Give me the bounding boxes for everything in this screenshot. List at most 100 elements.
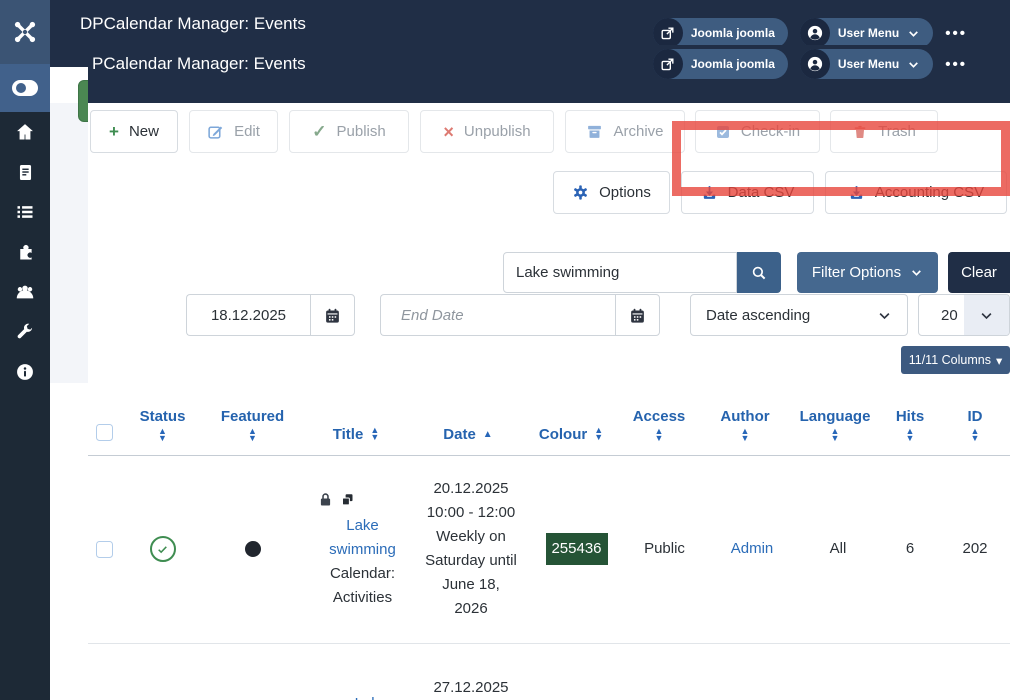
- event-title-link[interactable]: Lake swimming: [317, 514, 408, 562]
- event-date-cell: 20.12.2025 10:00 - 12:00 Weekly on Satur…: [412, 455, 524, 643]
- edit-button[interactable]: Edit: [189, 110, 278, 153]
- clear-button[interactable]: Clear: [948, 252, 1010, 293]
- sort-icon[interactable]: ▲▼: [971, 428, 980, 443]
- document-icon: [16, 163, 35, 182]
- column-header-access[interactable]: Access ▲▼: [618, 383, 700, 455]
- id-cell: 202: [940, 455, 1010, 643]
- joomla-site-link[interactable]: Joomla joomla: [653, 18, 788, 48]
- table-row: Lake swimming 27.12.2025 10:00 -: [88, 643, 1010, 700]
- sort-icon[interactable]: ▲▼: [741, 428, 750, 443]
- user-icon: [800, 49, 830, 79]
- table-row: Lake swimming Calendar: Activities 20.12…: [88, 455, 1010, 643]
- colour-header-label: Colour: [539, 426, 587, 443]
- featured-indicator[interactable]: [245, 541, 261, 557]
- publish-button[interactable]: ✓ Publish: [289, 110, 409, 153]
- user-menu-button-2[interactable]: User Menu: [800, 49, 933, 79]
- sidebar-item-menus[interactable]: [0, 192, 50, 232]
- chevron-down-icon: [910, 266, 923, 279]
- sidebar-item-toggle[interactable]: [0, 64, 50, 112]
- calendar-icon: [324, 307, 341, 324]
- event-title-link[interactable]: Lake swimming: [334, 692, 408, 700]
- event-recurrence: Weekly on Saturday until June 18, 2026: [424, 525, 518, 621]
- filter-options-button[interactable]: Filter Options: [797, 252, 938, 293]
- sort-ascending-icon[interactable]: ▲: [483, 429, 493, 440]
- sort-icon[interactable]: ▲▼: [158, 428, 167, 443]
- sort-icon[interactable]: ▲▼: [655, 428, 664, 443]
- event-calendar-label: Calendar: Activities: [317, 562, 408, 610]
- user-menu-label: User Menu: [838, 57, 899, 71]
- trash-button[interactable]: Trash: [830, 110, 938, 153]
- more-options-button-2[interactable]: •••: [945, 56, 967, 73]
- page-title: DPCalendar Manager: Events: [80, 14, 306, 34]
- events-list-panel: Filter Options Clear Date ascending 20: [88, 231, 1010, 700]
- unpublish-button[interactable]: × Unpublish: [420, 110, 554, 153]
- sort-icon[interactable]: ▲▼: [594, 427, 603, 442]
- end-date-input[interactable]: [380, 294, 615, 336]
- edit-icon: [207, 123, 224, 140]
- more-options-button[interactable]: •••: [945, 25, 967, 42]
- sort-select[interactable]: Date ascending: [690, 294, 908, 336]
- column-header-language[interactable]: Language ▲▼: [790, 383, 880, 455]
- chevron-down-icon: [877, 308, 892, 323]
- row-checkbox[interactable]: [96, 541, 113, 558]
- sidebar-item-home[interactable]: [0, 112, 50, 152]
- sidebar-item-articles[interactable]: [0, 152, 50, 192]
- accounting-csv-button[interactable]: Accounting CSV: [825, 171, 1007, 214]
- user-menu-label: User Menu: [838, 26, 899, 40]
- check-in-button[interactable]: Check-in: [695, 110, 820, 153]
- sort-icon[interactable]: ▲▼: [906, 428, 915, 443]
- calendar-icon: [629, 307, 646, 324]
- data-csv-button[interactable]: Data CSV: [681, 171, 814, 214]
- column-header-date[interactable]: Date ▲: [412, 383, 524, 455]
- column-header-colour[interactable]: Colour ▲▼: [524, 383, 618, 455]
- published-status-icon[interactable]: [150, 536, 176, 562]
- column-header-hits[interactable]: Hits ▲▼: [880, 383, 940, 455]
- sort-icon[interactable]: ▲▼: [370, 427, 379, 442]
- sort-icon[interactable]: ▲▼: [248, 428, 257, 443]
- header-actions-row1: Joomla joomla User Menu •••: [653, 18, 967, 48]
- start-date-input[interactable]: [186, 294, 310, 336]
- sidebar-item-users[interactable]: [0, 272, 50, 312]
- archive-button-label: Archive: [613, 123, 663, 140]
- list-icon: [15, 202, 35, 222]
- sidebar-item-system[interactable]: [0, 312, 50, 352]
- search-button[interactable]: [737, 252, 781, 293]
- column-header-title[interactable]: Title ▲▼: [300, 383, 412, 455]
- user-menu-button[interactable]: User Menu: [800, 18, 933, 48]
- plus-icon: +: [109, 123, 119, 140]
- chevron-down-icon: [907, 58, 920, 71]
- unpublish-button-label: Unpublish: [464, 123, 531, 140]
- joomla-logo: [0, 0, 50, 64]
- external-link-icon: [653, 49, 683, 79]
- sidebar-item-help[interactable]: [0, 352, 50, 392]
- end-date-calendar-button[interactable]: [615, 294, 660, 336]
- sort-icon[interactable]: ▲▼: [831, 428, 840, 443]
- featured-header-label: Featured: [221, 408, 284, 425]
- joomla-site-link-label: Joomla joomla: [691, 57, 775, 71]
- sidebar-item-components[interactable]: [0, 232, 50, 272]
- author-header-label: Author: [720, 408, 769, 425]
- toggle-icon: [12, 80, 38, 96]
- access-header-label: Access: [633, 408, 686, 425]
- access-cell: Public: [618, 455, 700, 643]
- event-date-time: 20.12.2025 10:00 - 12:00: [424, 477, 518, 525]
- column-header-featured[interactable]: Featured ▲▼: [205, 383, 300, 455]
- start-date-calendar-button[interactable]: [310, 294, 355, 336]
- puzzle-icon: [15, 242, 36, 263]
- options-button[interactable]: Options: [553, 171, 670, 214]
- archive-button[interactable]: Archive: [565, 110, 685, 153]
- new-button[interactable]: + New: [90, 110, 178, 153]
- joomla-site-link-label: Joomla joomla: [691, 26, 775, 40]
- column-header-status[interactable]: Status ▲▼: [120, 383, 205, 455]
- joomla-site-link-2[interactable]: Joomla joomla: [653, 49, 788, 79]
- user-icon: [800, 18, 830, 48]
- columns-toggle-button[interactable]: 11/11 Columns ▾: [901, 346, 1010, 374]
- limit-select[interactable]: 20: [918, 294, 1010, 336]
- users-icon: [14, 281, 36, 303]
- select-all-checkbox[interactable]: [96, 424, 113, 441]
- colour-badge[interactable]: 255436: [546, 533, 608, 565]
- search-input[interactable]: [503, 252, 737, 293]
- column-header-author[interactable]: Author ▲▼: [700, 383, 790, 455]
- author-link[interactable]: Admin: [731, 540, 774, 557]
- column-header-id[interactable]: ID ▲▼: [940, 383, 1010, 455]
